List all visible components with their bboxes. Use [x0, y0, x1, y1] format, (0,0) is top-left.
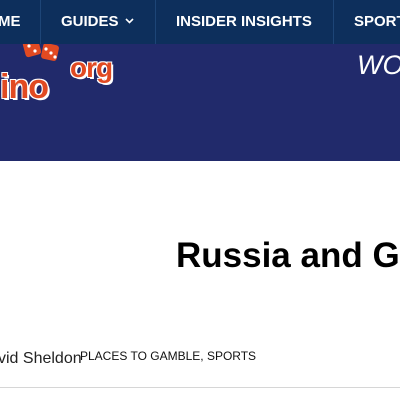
nav-item-guides-label: GUIDES: [61, 13, 119, 30]
nav-item-home[interactable]: ME: [0, 0, 21, 44]
meta-divider: [0, 387, 400, 388]
nav-divider: [155, 0, 156, 44]
category-links[interactable]: PLACES TO GAMBLE, SPORTS: [80, 349, 256, 363]
top-navigation: ME GUIDES INSIDER INSIGHTS SPORT: [0, 0, 400, 44]
nav-divider: [333, 0, 334, 44]
chevron-down-icon: [124, 0, 134, 42]
site-logo[interactable]: ino org: [0, 44, 125, 104]
nav-divider: [40, 0, 41, 44]
logo-wordmark: ino: [0, 68, 49, 106]
nav-item-insider-insights[interactable]: INSIDER INSIGHTS: [176, 0, 312, 44]
author-link[interactable]: vid Sheldon: [0, 350, 82, 368]
logo-domain-suffix: org: [70, 52, 113, 83]
header-banner: ino org WO: [0, 44, 400, 161]
dice-icon: [22, 44, 62, 71]
article-title: Russia and G: [176, 236, 400, 275]
nav-item-sports[interactable]: SPORT: [354, 0, 400, 44]
header-tagline: WO: [357, 50, 400, 80]
nav-item-guides[interactable]: GUIDES: [61, 0, 134, 44]
page: ME GUIDES INSIDER INSIGHTS SPORT: [0, 0, 400, 400]
